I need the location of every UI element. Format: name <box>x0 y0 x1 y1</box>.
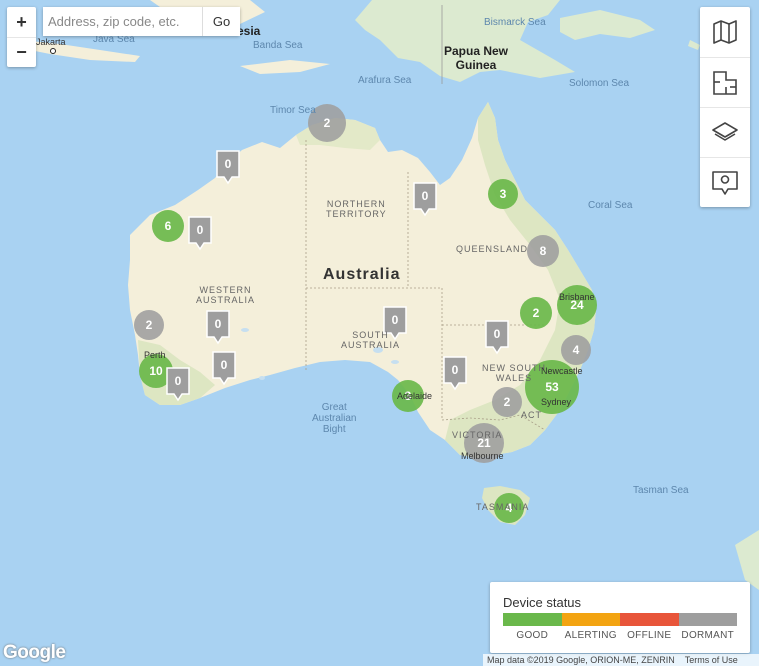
zoom-controls: + − <box>7 7 36 67</box>
legend-label-dormant: DORMANT <box>681 630 735 641</box>
cluster-count: 3 <box>405 389 412 403</box>
pin-count: 0 <box>221 358 228 372</box>
pin-count: 0 <box>197 223 204 237</box>
cluster-marker-pilbara[interactable]: 6 <box>152 210 184 242</box>
zoom-out-button[interactable]: − <box>7 37 36 67</box>
cluster-count: 21 <box>477 436 491 450</box>
cluster-marker-brisbane[interactable]: 24 <box>557 285 597 325</box>
address-search-input[interactable] <box>43 7 202 36</box>
pin-count: 0 <box>175 374 182 388</box>
cluster-marker-melbourne[interactable]: 21 <box>464 423 504 463</box>
legend-title: Device status <box>503 595 582 610</box>
legend-labels: GOOD ALERTING OFFLINE DORMANT <box>503 630 737 641</box>
pin-count: 0 <box>452 363 459 377</box>
location-pin-icon <box>712 170 738 195</box>
cluster-count: 4 <box>573 343 580 357</box>
cluster-marker-sydney[interactable]: 53 <box>525 360 579 414</box>
map-data-credit: Map data ©2019 Google, ORION-ME, ZENRIN <box>487 655 675 665</box>
map-toolbar <box>700 7 750 207</box>
cluster-marker-toowoomba[interactable]: 2 <box>520 297 552 329</box>
pin-count: 0 <box>422 189 429 203</box>
map-icon <box>713 20 737 44</box>
floorplan-button[interactable] <box>700 57 750 107</box>
city-dot-jakarta <box>50 48 56 54</box>
cluster-count: 3 <box>500 187 507 201</box>
cluster-count: 2 <box>324 116 331 130</box>
cluster-marker-geraldton[interactable]: 2 <box>134 310 164 340</box>
cluster-marker-hobart[interactable]: 4 <box>494 493 524 523</box>
location-pin-button[interactable] <box>700 157 750 207</box>
cluster-marker-central-queensland[interactable]: 8 <box>527 235 559 267</box>
cluster-count: 8 <box>540 244 547 258</box>
google-logo[interactable]: Google <box>3 642 66 664</box>
cluster-marker-cape-york[interactable]: 3 <box>488 179 518 209</box>
map-canvas[interactable]: 23682422410533 2214000000000 <box>0 0 759 666</box>
address-search: Go <box>43 7 240 36</box>
layers-button[interactable] <box>700 107 750 157</box>
cluster-marker-adelaide[interactable]: 3 <box>392 380 424 412</box>
legend-swatch-alerting <box>561 613 620 626</box>
search-go-button[interactable]: Go <box>202 7 240 36</box>
cluster-marker-newcastle[interactable]: 4 <box>561 335 591 365</box>
legend-swatch-offline <box>620 613 679 626</box>
cluster-count: 24 <box>570 298 584 312</box>
cluster-count: 4 <box>506 501 513 515</box>
device-status-legend: Device status GOOD ALERTING OFFLINE DORM… <box>490 582 750 653</box>
cluster-marker-canberra[interactable]: 2 <box>492 387 522 417</box>
cluster-count: 2 <box>146 318 153 332</box>
legend-label-alerting: ALERTING <box>564 630 617 641</box>
cluster-marker-top-end[interactable]: 2 <box>308 104 346 142</box>
legend-color-bar <box>503 613 737 626</box>
pin-count: 0 <box>215 317 222 331</box>
pin-count: 0 <box>225 157 232 171</box>
legend-swatch-dormant <box>678 613 737 626</box>
zoom-in-button[interactable]: + <box>7 7 36 37</box>
pin-count: 0 <box>494 327 501 341</box>
terms-of-use-link[interactable]: Terms of Use <box>685 655 738 665</box>
legend-swatch-good <box>503 613 562 626</box>
cluster-count: 2 <box>504 395 511 409</box>
cluster-count: 10 <box>149 364 163 378</box>
layers-icon <box>712 121 738 141</box>
map-view-button[interactable] <box>700 7 750 57</box>
legend-label-offline: OFFLINE <box>627 630 672 641</box>
pin-count: 0 <box>392 313 399 327</box>
floorplan-icon <box>713 70 737 95</box>
map-attribution: Map data ©2019 Google, ORION-ME, ZENRIN … <box>483 654 759 666</box>
cluster-count: 6 <box>165 219 172 233</box>
cluster-count: 2 <box>533 306 540 320</box>
legend-label-good: GOOD <box>516 630 549 641</box>
cluster-count: 53 <box>545 380 559 394</box>
